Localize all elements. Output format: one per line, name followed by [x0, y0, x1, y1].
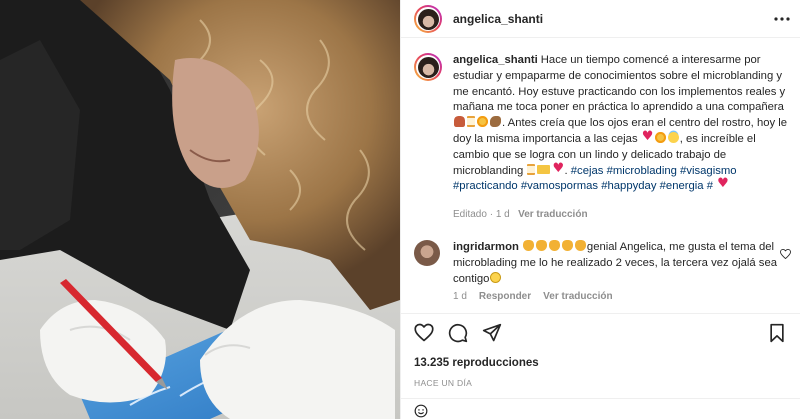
view-count[interactable]: 13.235 reproducciones: [414, 357, 539, 369]
author-username[interactable]: angelica_shanti: [453, 12, 543, 26]
posted-timestamp[interactable]: HACE UN DÍA: [414, 378, 472, 388]
hashtag-link[interactable]: #microblading: [607, 165, 677, 177]
clapping-emoji-icon: [561, 240, 573, 251]
post-header: angelica_shanti: [401, 0, 800, 38]
red-heart-emoji-icon: [552, 161, 564, 177]
comment-icon[interactable]: [448, 323, 468, 343]
hashtag-link[interactable]: #practicando: [453, 180, 518, 192]
post-details-panel: angelica_shanti angelica_shanti Hace un t…: [400, 0, 800, 419]
hashtag-link[interactable]: #energia: [660, 180, 704, 192]
hashtag-link[interactable]: #visagismo: [680, 165, 737, 177]
video-frame-illustration: [0, 0, 400, 419]
comment-text: ingridarmon genial Angelica, me gusta el …: [453, 240, 778, 287]
hashtag-link[interactable]: #vamospormas: [521, 180, 598, 192]
hourglass-emoji-icon: [467, 116, 475, 128]
wink-emoji-icon: [490, 271, 502, 283]
commenter-username[interactable]: ingridarmon: [453, 241, 519, 253]
author-avatar[interactable]: [414, 5, 442, 33]
post-video[interactable]: [0, 0, 400, 419]
star-struck-emoji-icon: [654, 131, 666, 143]
more-options-icon[interactable]: [773, 10, 791, 28]
comment-meta: 1 d Responder Ver traducción: [453, 291, 613, 302]
instagram-post-view: angelica_shanti angelica_shanti Hace un t…: [0, 0, 800, 419]
heart-icon[interactable]: [414, 323, 434, 343]
woman-emoji-icon: [454, 116, 465, 128]
reply-link[interactable]: Responder: [479, 291, 531, 302]
comment-see-translation-link[interactable]: Ver traducción: [543, 291, 612, 302]
caption-meta: Editado · 1 d Ver traducción: [453, 209, 588, 220]
avatar-image: [417, 56, 439, 78]
red-heart-emoji-icon: [717, 176, 729, 192]
caption-author-avatar[interactable]: [414, 53, 442, 81]
action-icons: [414, 323, 502, 343]
see-translation-link[interactable]: Ver traducción: [518, 209, 587, 220]
hashtag-link[interactable]: #: [707, 180, 713, 192]
meta-separator: ·: [489, 209, 494, 220]
caption-time: 1 d: [495, 209, 510, 220]
bookmark-icon[interactable]: [767, 323, 787, 343]
commenter-avatar[interactable]: [414, 240, 440, 266]
share-icon[interactable]: [482, 323, 502, 343]
clapping-emoji-icon: [574, 240, 586, 251]
caption-text: angelica_shanti Hace un tiempo comencé a …: [453, 53, 788, 195]
avatar-image: [417, 8, 439, 30]
hourglass-emoji-icon: [527, 163, 536, 175]
comment-time: 1 d: [453, 291, 467, 302]
clapping-emoji-icon: [548, 240, 560, 251]
red-heart-emoji-icon: [642, 129, 654, 145]
caption-part-4: .: [564, 164, 568, 177]
comment-like-heart-icon[interactable]: [780, 248, 791, 262]
emoji-icon[interactable]: [414, 404, 428, 419]
halo-emoji-icon: [667, 131, 679, 143]
envelope-emoji-icon: [537, 164, 551, 174]
edited-label: Editado: [453, 209, 487, 220]
mouse-emoji-icon: [490, 116, 501, 128]
clapping-emoji-icon: [535, 240, 547, 251]
add-comment-bar: [401, 398, 800, 419]
star-struck-emoji-icon: [477, 116, 488, 128]
hashtag-link[interactable]: #cejas: [571, 165, 604, 177]
hashtag-link[interactable]: #happyday: [601, 180, 656, 192]
clapping-emoji-icon: [522, 240, 534, 251]
caption-username[interactable]: angelica_shanti: [453, 54, 538, 66]
